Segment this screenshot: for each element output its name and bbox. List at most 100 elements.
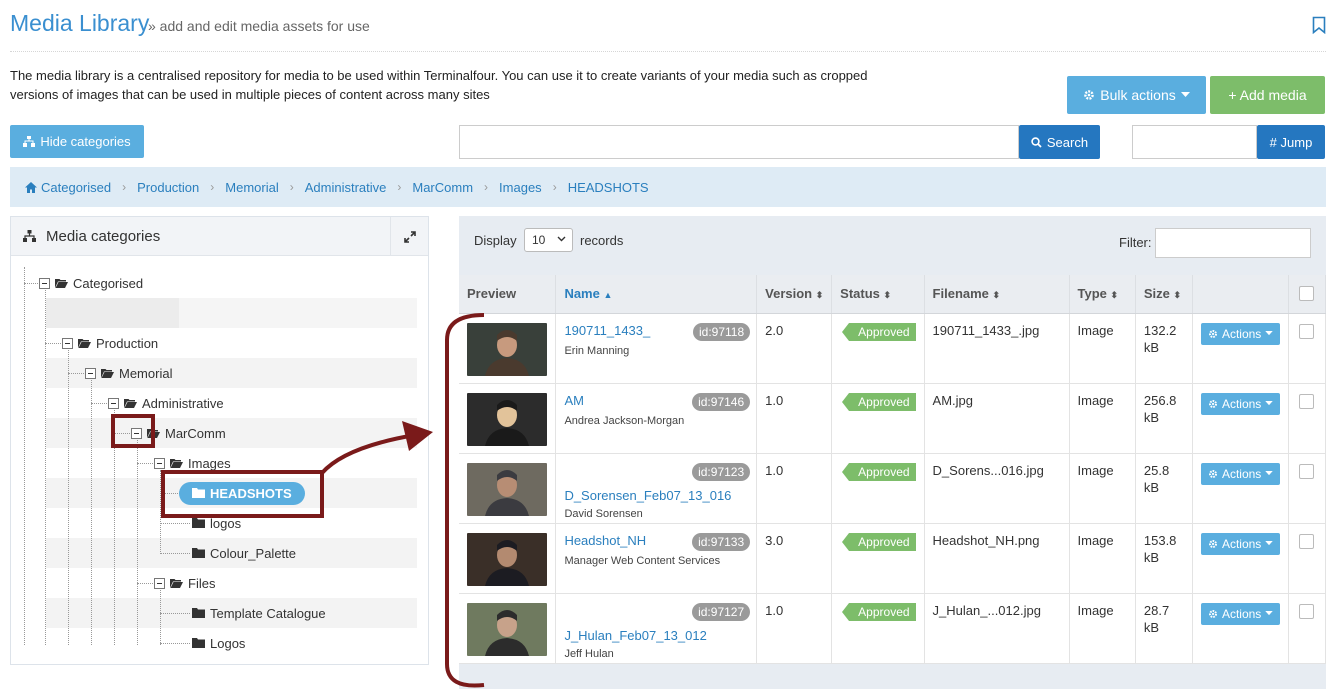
media-thumbnail[interactable] [467,462,547,516]
jump-input[interactable] [1132,125,1257,159]
column-actions [1192,275,1290,314]
column-size[interactable]: Size ⬍ [1135,275,1193,314]
tree-row-stripe [46,418,417,448]
select-all-checkbox[interactable] [1299,286,1315,302]
collapse-toggle-icon[interactable] [39,277,50,289]
name-cell: id:97123 D_Sorensen_Feb07_13_016 David S… [555,453,758,524]
tree-node-template-catalogue[interactable]: Template Catalogue [192,598,326,628]
type-cell: Image [1069,383,1136,454]
table-header-row: Preview Name ▲ Version ⬍ Status ⬍ Filena… [459,275,1326,314]
breadcrumb-item-production[interactable]: Production [137,180,199,195]
row-checkbox[interactable] [1299,533,1315,549]
gear-icon [1208,399,1217,408]
tree-node-label: Production [96,335,159,351]
version-cell: 3.0 [756,523,833,594]
folder-open-icon [170,579,183,588]
media-thumbnail[interactable] [467,602,547,656]
filename-cell: D_Sorens...016.jpg [924,453,1070,524]
table-row[interactable]: id:97127 J_Hulan_Feb07_13_012 Jeff Hulan… [459,593,1326,664]
person-photo [485,469,529,516]
table-row[interactable]: id:97133 Headshot_NH Manager Web Content… [459,523,1326,594]
folder-open-icon [124,399,137,408]
tree-row-stripe [179,298,417,328]
status-badge: Approved [842,322,916,341]
column-name[interactable]: Name ▲ [555,275,758,314]
collapse-toggle-icon[interactable] [108,397,119,409]
column-select-all [1288,275,1326,314]
breadcrumb-item-marcomm[interactable]: MarComm [412,180,473,195]
collapse-toggle-icon[interactable] [154,457,165,469]
actions-button[interactable]: Actions [1200,462,1281,485]
row-checkbox[interactable] [1299,323,1315,339]
row-checkbox[interactable] [1299,603,1315,619]
filename-cell: 190711_1433_.jpg [924,313,1070,384]
jump-button[interactable]: # Jump [1257,125,1325,159]
tree-node-logos-files[interactable]: Logos [192,628,245,658]
expand-panel-button[interactable] [390,217,428,256]
media-description: Andrea Jackson-Morgan [564,414,685,427]
table-row[interactable]: id:97118 190711_1433_ Erin Manning 2.0 A… [459,313,1326,384]
sort-asc-icon: ▲ [603,290,613,301]
breadcrumb-item-images[interactable]: Images [499,180,542,195]
column-type[interactable]: Type ⬍ [1069,275,1136,314]
records-per-page-select[interactable]: 10 [524,228,573,252]
row-checkbox[interactable] [1299,463,1315,479]
media-name-link[interactable]: D_Sorensen_Feb07_13_016 [564,488,750,503]
tree-node-memorial[interactable]: Memorial [85,358,172,388]
search-button[interactable]: Search [1019,125,1100,159]
tree-node-colour-palette[interactable]: Colour_Palette [192,538,296,568]
media-description: Manager Web Content Services [564,554,721,567]
hide-categories-button[interactable]: Hide categories [10,125,144,158]
column-status[interactable]: Status ⬍ [831,275,925,314]
tree-node-files[interactable]: Files [154,568,215,598]
person-photo [485,329,529,376]
column-filename[interactable]: Filename ⬍ [924,275,1070,314]
tree-line [91,403,109,404]
table-row[interactable]: id:97146 AM Andrea Jackson-Morgan 1.0 Ap… [459,383,1326,454]
tree-node-production[interactable]: Production [62,328,158,358]
collapse-toggle-icon[interactable] [154,577,165,589]
gear-icon [1208,469,1217,478]
media-categories-title: Media categories [46,227,161,245]
column-version[interactable]: Version ⬍ [756,275,833,314]
collapse-toggle-icon[interactable] [62,337,73,349]
actions-button[interactable]: Actions [1200,602,1281,625]
breadcrumb-item-memorial[interactable]: Memorial [225,180,278,195]
tree-line [24,267,25,645]
tree-node-label: Categorised [73,275,144,291]
gear-icon [1208,539,1217,548]
sort-icon: ⬍ [1110,290,1119,301]
version-cell: 1.0 [756,383,833,454]
folder-open-icon [55,279,68,288]
filter-input[interactable] [1155,228,1311,258]
breadcrumb-separator: › [289,180,294,194]
caret-down-icon [1180,92,1190,97]
media-thumbnail[interactable] [467,392,547,446]
actions-button[interactable]: Actions [1200,392,1281,415]
row-checkbox[interactable] [1299,393,1315,409]
search-input[interactable] [459,125,1019,159]
add-media-button[interactable]: + Add media [1210,76,1325,114]
tree-node-categorised[interactable]: Categorised [39,268,143,298]
jump-label: # Jump [1269,134,1313,150]
folder-icon [192,518,205,528]
breadcrumb-item-administrative[interactable]: Administrative [305,180,387,195]
add-media-label: + Add media [1228,87,1307,103]
bookmark-icon[interactable] [1312,16,1326,34]
collapse-toggle-icon[interactable] [85,367,96,379]
preview-cell [459,313,557,384]
media-thumbnail[interactable] [467,322,547,376]
bulk-actions-button[interactable]: Bulk actions [1067,76,1206,114]
table-row[interactable]: id:97123 D_Sorensen_Feb07_13_016 David S… [459,453,1326,524]
media-thumbnail[interactable] [467,532,547,586]
breadcrumb-item-headshots[interactable]: HEADSHOTS [568,180,649,195]
folder-open-icon [101,369,114,378]
media-table-panel: Display 10 records Filter: Preview Name … [459,216,1326,689]
tree-line [137,463,155,464]
folder-icon [192,608,205,618]
type-cell: Image [1069,523,1136,594]
actions-button[interactable]: Actions [1200,532,1281,555]
actions-button[interactable]: Actions [1200,322,1281,345]
breadcrumb-item-categorised[interactable]: Categorised [41,180,111,195]
media-name-link[interactable]: J_Hulan_Feb07_13_012 [564,628,750,643]
